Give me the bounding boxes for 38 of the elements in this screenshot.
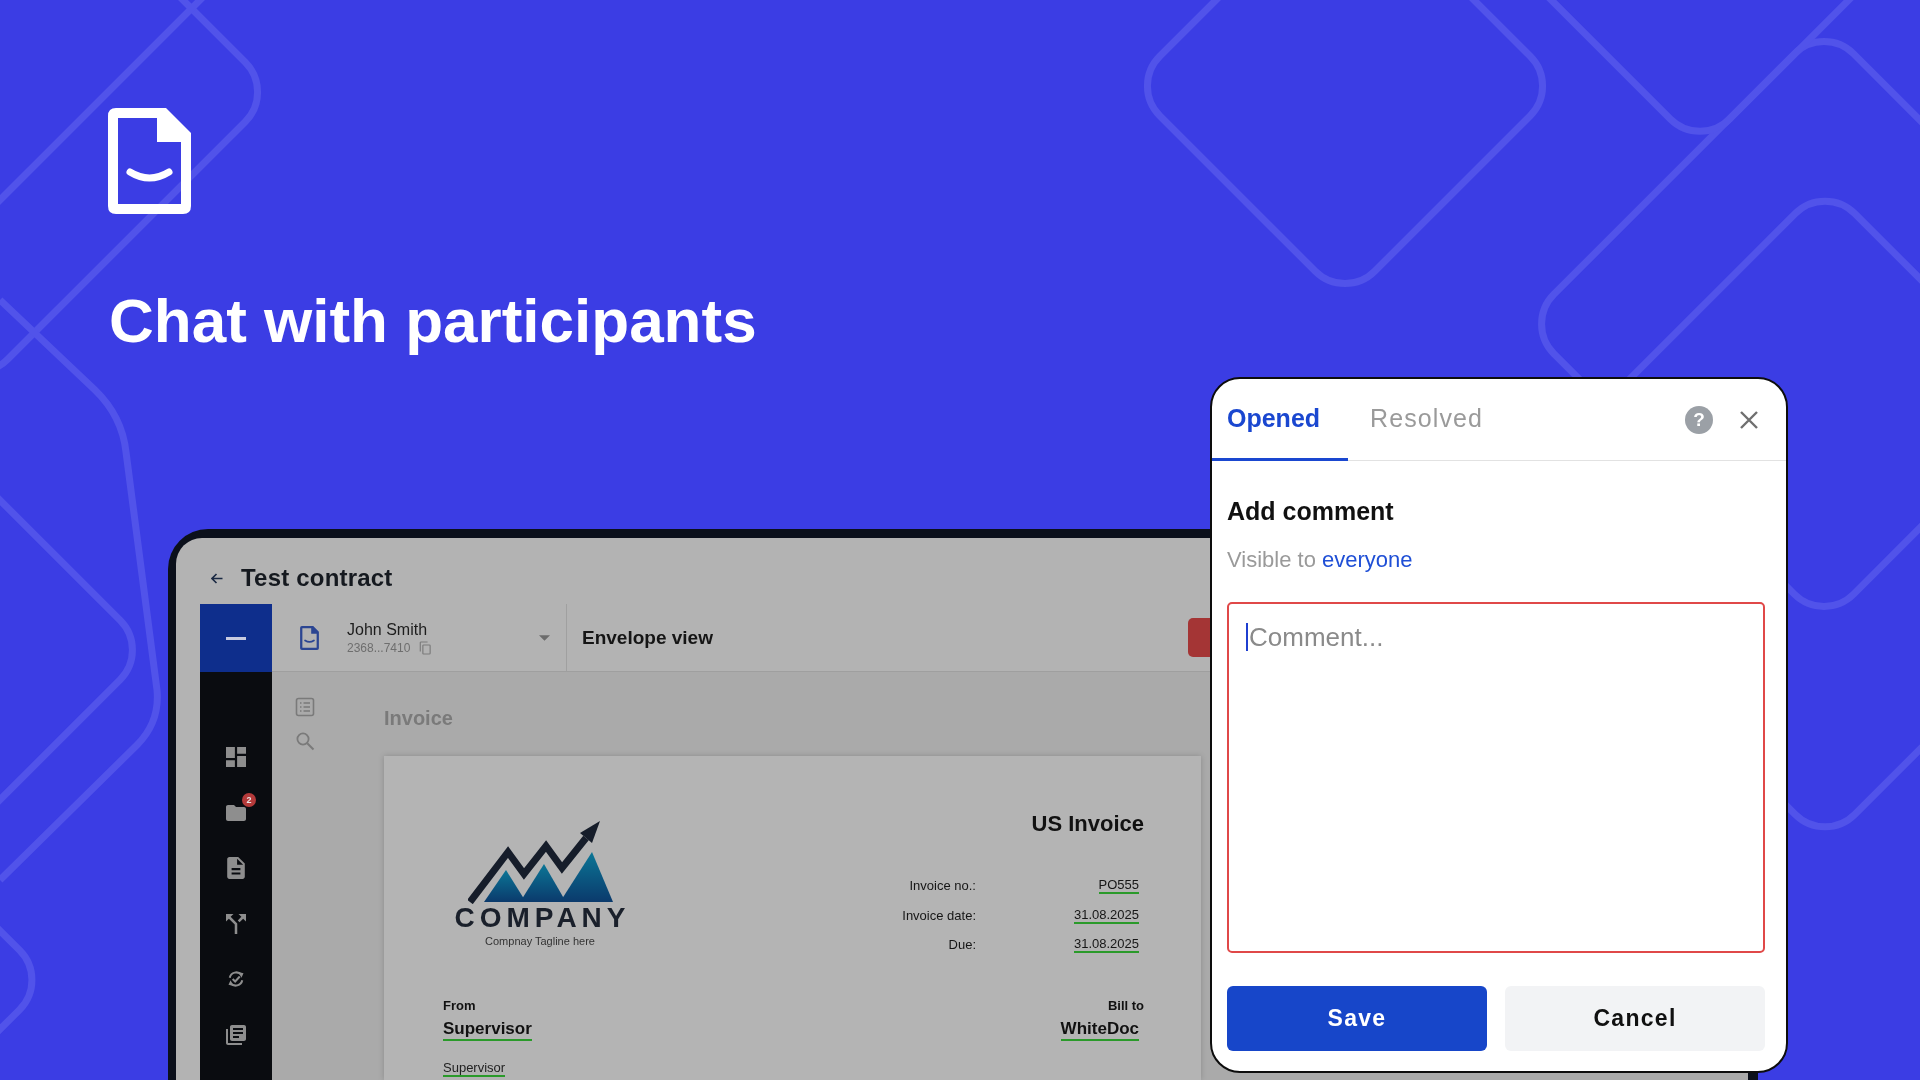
visibility-text: Visible to everyone: [1227, 546, 1413, 574]
recipient-name: WhiteDoc: [1060, 1017, 1139, 1041]
signer-name: John Smith: [347, 619, 428, 640]
sender-name: Supervisor: [443, 1017, 532, 1041]
company-name: COMPANY: [454, 902, 631, 934]
hero-title: Chat with participants: [109, 286, 757, 356]
back-arrow-icon[interactable]: [211, 572, 223, 584]
detail-label: Invoice no.:: [908, 877, 976, 896]
company-tagline: Compnay Tagline here: [485, 934, 595, 948]
close-icon: [1739, 409, 1759, 430]
detail-label: Invoice date:: [902, 906, 976, 925]
brand-mark-icon: [226, 636, 246, 640]
cancel-button[interactable]: Cancel: [1505, 986, 1765, 1051]
signer-id: 2368...7410: [347, 639, 411, 656]
bill-to-label: Bill to: [1107, 997, 1144, 1014]
dashboard-icon[interactable]: [226, 746, 246, 768]
invoice-title: US Invoice: [1031, 811, 1144, 837]
comment-field[interactable]: Comment...: [1227, 602, 1765, 953]
page-title: Test contract: [241, 563, 393, 593]
split-arrows-icon[interactable]: [226, 912, 246, 935]
comment-tab[interactable]: Opened: [1212, 379, 1349, 461]
detail-label: Due:: [947, 936, 976, 955]
audience-link[interactable]: everyone: [1322, 547, 1413, 572]
smiling-document-icon: [300, 625, 319, 650]
stacked-documents-icon[interactable]: [226, 1023, 246, 1046]
sync-check-icon[interactable]: [226, 968, 246, 990]
detail-value: 31.08.2025: [1073, 906, 1139, 924]
caret-icon[interactable]: [539, 634, 550, 641]
sender-contact: Supervisor: [443, 1059, 506, 1077]
from-label: From: [443, 997, 476, 1014]
notification-badge: 2: [242, 792, 256, 807]
detail-value: 31.08.2025: [1073, 936, 1139, 954]
view-title: Envelope view: [582, 625, 713, 650]
document-icon[interactable]: [226, 857, 246, 879]
detail-value: PO555: [1098, 877, 1139, 895]
panel-heading: Add comment: [1227, 496, 1394, 526]
brand-tile[interactable]: [200, 604, 272, 672]
save-button[interactable]: Save: [1227, 986, 1487, 1051]
